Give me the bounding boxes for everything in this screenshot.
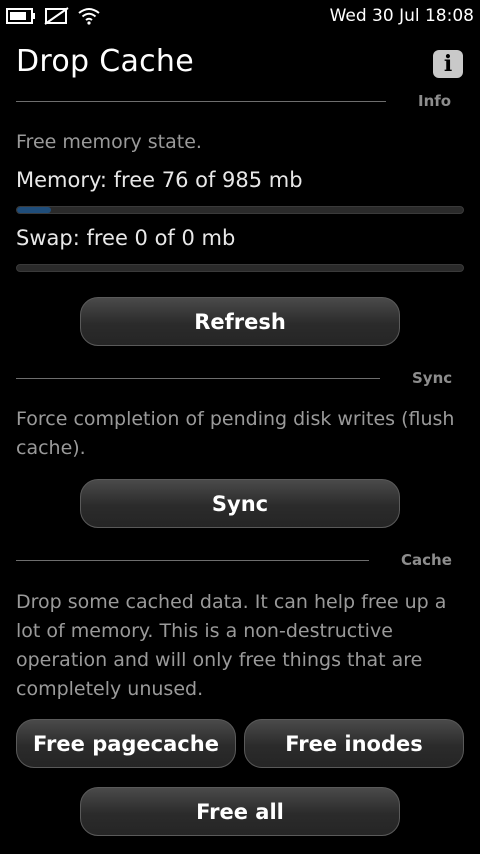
- info-icon[interactable]: i: [433, 50, 463, 78]
- free-inodes-button[interactable]: Free inodes: [244, 719, 464, 768]
- sim-off-icon: [44, 7, 69, 25]
- section-divider-cache: [16, 560, 369, 561]
- section-label-info: Info: [418, 92, 452, 110]
- page-title: Drop Cache: [16, 44, 195, 79]
- swap-progress-bar: [16, 264, 464, 272]
- free-pagecache-button[interactable]: Free pagecache: [16, 719, 236, 768]
- sync-description: Force completion of pending disk writes …: [16, 408, 455, 459]
- section-label-cache: Cache: [401, 551, 452, 569]
- sync-button[interactable]: Sync: [80, 479, 400, 528]
- wifi-icon: [78, 8, 100, 25]
- memory-status-text: Memory: free 76 of 985 mb: [16, 168, 303, 192]
- cache-description: Drop some cached data. It can help free …: [16, 591, 447, 700]
- free-all-button[interactable]: Free all: [80, 787, 400, 836]
- section-divider-sync: [16, 378, 380, 379]
- status-icons: [6, 6, 100, 26]
- section-label-sync: Sync: [412, 369, 453, 387]
- section-divider-info: [16, 101, 386, 102]
- battery-icon: [6, 8, 35, 24]
- memory-progress-bar: [16, 206, 464, 214]
- status-bar: Wed 30 Jul 18:08: [0, 0, 480, 34]
- memory-progress-fill: [17, 207, 52, 213]
- refresh-button[interactable]: Refresh: [80, 297, 400, 346]
- status-datetime: Wed 30 Jul 18:08: [329, 6, 474, 26]
- swap-status-text: Swap: free 0 of 0 mb: [16, 226, 236, 250]
- info-subtitle: Free memory state.: [16, 131, 202, 153]
